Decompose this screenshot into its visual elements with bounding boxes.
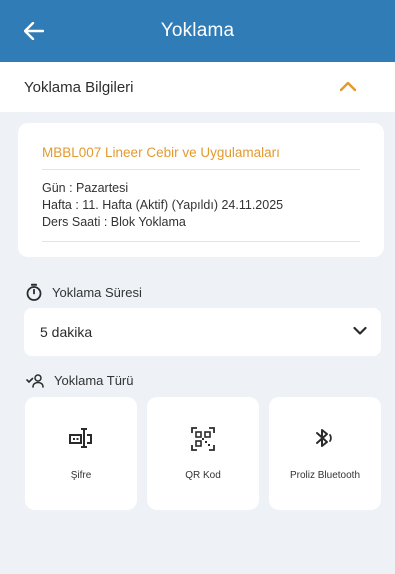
duration-value: 5 dakika (40, 324, 93, 340)
duration-label: Yoklama Süresi (26, 283, 142, 301)
course-info-card: MBBL007 Lineer Cebir ve Uygulamaları Gün… (18, 123, 384, 257)
qr-code-option[interactable]: QR Kod (147, 397, 259, 510)
course-name: MBBL007 Lineer Cebir ve Uygulamaları (42, 145, 280, 160)
chevron-up-icon[interactable] (339, 79, 357, 93)
divider (42, 169, 360, 170)
bluetooth-icon (316, 429, 332, 447)
type-label: Yoklama Türü (26, 373, 134, 388)
week-text: Hafta : 11. Hafta (Aktif) (Yapıldı) 24.1… (42, 198, 284, 212)
password-icon (69, 428, 92, 448)
day-text: Gün : Pazartesi (42, 181, 129, 195)
qr-code-option-label: QR Kod (185, 470, 221, 481)
chevron-down-icon (353, 326, 367, 335)
attendance-info-header[interactable]: Yoklama Bilgileri (0, 62, 395, 112)
duration-label-text: Yoklama Süresi (52, 284, 142, 300)
duration-select[interactable]: 5 dakika (24, 308, 381, 356)
password-option[interactable]: Şifre (25, 397, 137, 510)
divider (42, 241, 360, 242)
section-title: Yoklama Bilgileri (24, 78, 134, 96)
type-label-text: Yoklama Türü (54, 373, 134, 388)
qr-code-icon (191, 427, 215, 451)
page-title: Yoklama (160, 20, 235, 41)
arrow-left-icon (24, 22, 44, 40)
back-button[interactable] (20, 17, 48, 45)
users-check-icon (26, 373, 44, 388)
bluetooth-option[interactable]: Proliz Bluetooth (269, 397, 381, 510)
password-option-label: Şifre (70, 470, 92, 481)
stopwatch-icon (26, 283, 42, 301)
app-bar: Yoklama (0, 0, 395, 62)
hour-text: Ders Saati : Blok Yoklama (42, 215, 186, 229)
bluetooth-option-label: Proliz Bluetooth (289, 470, 361, 481)
